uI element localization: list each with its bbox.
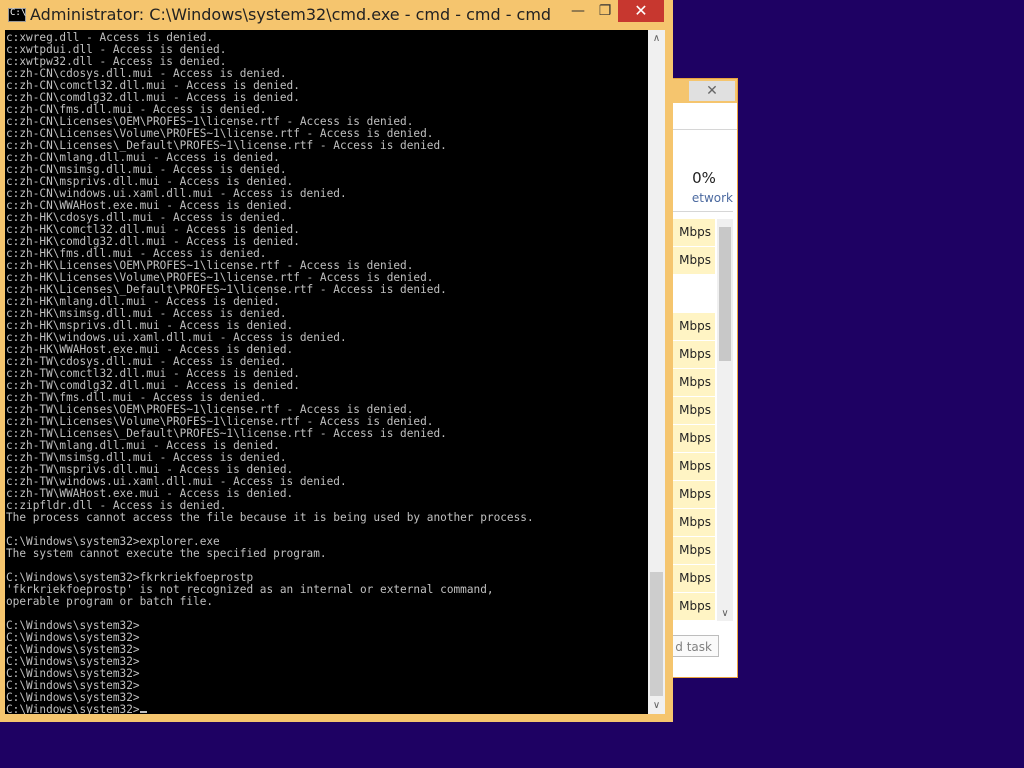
scroll-up-icon[interactable]: ∧: [648, 30, 665, 47]
network-cell[interactable]: Mbps: [671, 313, 715, 340]
network-cell[interactable]: Mbps: [671, 397, 715, 424]
network-cell[interactable]: Mbps: [671, 481, 715, 508]
header-divider: [667, 211, 733, 212]
maximize-button[interactable]: ❐: [590, 0, 620, 22]
network-cell[interactable]: Mbps: [671, 247, 715, 274]
task-manager-tab-row: [667, 107, 737, 130]
task-manager-window[interactable]: ✕ 0% etwork Mbps Mbps Mbps Mbps Mbps Mbp…: [666, 78, 738, 678]
scroll-down-icon[interactable]: ∨: [719, 608, 731, 619]
network-cell[interactable]: Mbps: [671, 425, 715, 452]
task-manager-close-button[interactable]: ✕: [689, 81, 735, 101]
console-area[interactable]: c:xwreg.dll - Access is denied. c:xwtpdu…: [5, 30, 648, 714]
end-task-button[interactable]: d task: [667, 635, 719, 657]
minimize-button[interactable]: —: [563, 0, 593, 22]
network-cell[interactable]: Mbps: [671, 453, 715, 480]
cmd-app-icon[interactable]: C:\: [8, 8, 26, 22]
text-cursor: [139, 711, 147, 713]
console-text: c:xwreg.dll - Access is denied. c:xwtpdu…: [6, 31, 534, 715]
network-column-header[interactable]: etwork: [667, 191, 733, 205]
network-percent: 0%: [692, 169, 716, 187]
scroll-down-icon[interactable]: ∨: [648, 697, 665, 714]
console-scrollbar[interactable]: ∧ ∨: [648, 30, 665, 714]
task-manager-scrollbar[interactable]: ∨: [717, 219, 733, 621]
network-cell[interactable]: Mbps: [671, 341, 715, 368]
scrollbar-thumb[interactable]: [650, 572, 663, 696]
network-cell[interactable]: Mbps: [671, 369, 715, 396]
cmd-titlebar[interactable]: C:\ Administrator: C:\Windows\system32\c…: [0, 0, 673, 30]
network-cell[interactable]: Mbps: [671, 509, 715, 536]
cmd-window[interactable]: C:\ Administrator: C:\Windows\system32\c…: [0, 0, 673, 722]
task-manager-titlebar[interactable]: ✕: [667, 79, 737, 103]
network-cell[interactable]: Mbps: [671, 219, 715, 246]
network-cell[interactable]: Mbps: [671, 565, 715, 592]
network-cell[interactable]: Mbps: [671, 537, 715, 564]
network-cell[interactable]: Mbps: [671, 593, 715, 620]
console-output: c:xwreg.dll - Access is denied. c:xwtpdu…: [5, 30, 648, 715]
cmd-icon-text: C:\: [10, 8, 27, 18]
scrollbar-thumb[interactable]: [719, 227, 731, 361]
window-title: Administrator: C:\Windows\system32\cmd.e…: [30, 5, 550, 24]
close-button[interactable]: ✕: [618, 0, 664, 22]
